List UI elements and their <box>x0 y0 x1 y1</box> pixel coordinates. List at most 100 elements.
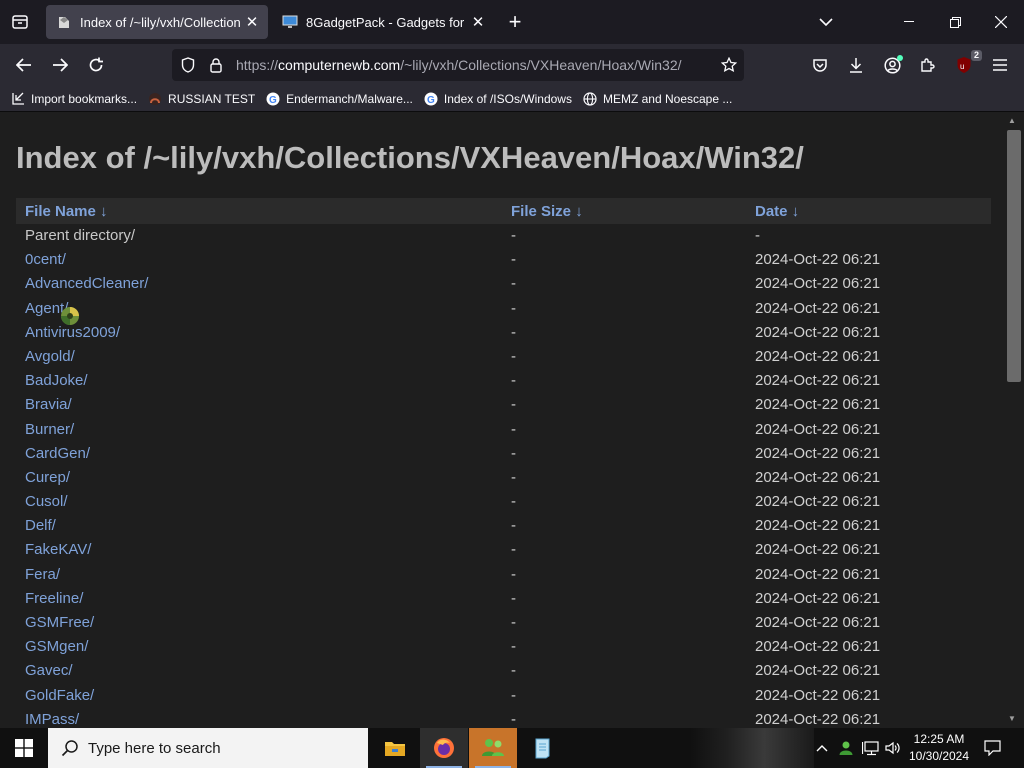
taskbar-notepad[interactable] <box>518 728 566 768</box>
network-button[interactable] <box>860 728 882 768</box>
file-size-cell: - <box>511 227 516 244</box>
table-row: GSMgen/ - 2024-Oct-22 06:21 <box>16 635 991 659</box>
address-bar[interactable]: https://computernewb.com/~lily/vxh/Colle… <box>172 49 744 81</box>
bookmark-star-icon[interactable] <box>714 49 744 81</box>
directory-link[interactable]: GSMgen/ <box>25 635 88 659</box>
directory-link[interactable]: Curep/ <box>25 466 70 490</box>
directory-link[interactable]: GSMFree/ <box>25 611 94 635</box>
start-button[interactable] <box>0 728 48 768</box>
show-hidden-icons-button[interactable] <box>812 728 832 768</box>
scroll-down-arrow-icon[interactable]: ▼ <box>1008 714 1016 723</box>
table-row: FakeKAV/ - 2024-Oct-22 06:21 <box>16 538 991 562</box>
folder-page-icon <box>56 14 72 30</box>
url-text[interactable]: https://computernewb.com/~lily/vxh/Colle… <box>236 57 714 73</box>
pocket-icon <box>813 58 827 72</box>
tab-strip: Index of /~lily/vxh/Collections/VXHeaven… <box>0 0 1024 44</box>
svg-text:G: G <box>427 95 435 106</box>
extensions-button[interactable] <box>912 49 944 81</box>
tab-active[interactable]: Index of /~lily/vxh/Collections/VXHeaven… <box>46 5 268 39</box>
table-row: Parent directory/ - - <box>16 224 991 248</box>
table-row: CardGen/ - 2024-Oct-22 06:21 <box>16 442 991 466</box>
close-tab-icon[interactable]: ✕ <box>244 14 260 31</box>
date-cell: 2024-Oct-22 06:21 <box>755 372 881 390</box>
directory-link[interactable]: Bravia/ <box>25 393 72 417</box>
pocket-button[interactable] <box>804 49 836 81</box>
directory-link[interactable]: Gavec/ <box>25 659 73 683</box>
directory-listing-table: File Name ↓ File Size ↓ Date ↓ Parent di… <box>16 198 991 728</box>
directory-link[interactable]: GoldFake/ <box>25 684 94 708</box>
lock-icon[interactable] <box>202 49 230 81</box>
restore-button[interactable] <box>932 0 978 44</box>
file-size-cell: - <box>511 614 516 631</box>
ublock-button[interactable]: u 2 <box>948 49 982 81</box>
table-body: Parent directory/ - - 0cent/ - 2024-Oct-22 06… <box>16 224 991 728</box>
downloads-button[interactable] <box>840 49 872 81</box>
directory-link[interactable]: Avgold/ <box>25 345 75 369</box>
directory-link[interactable]: Burner/ <box>25 418 74 442</box>
close-tab-icon[interactable]: ✕ <box>470 14 486 31</box>
minimize-button[interactable] <box>886 0 932 44</box>
taskbar-file-explorer[interactable] <box>371 728 419 768</box>
table-row: Cusol/ - 2024-Oct-22 06:21 <box>16 490 991 514</box>
directory-link[interactable]: FakeKAV/ <box>25 538 91 562</box>
column-header-date[interactable]: Date ↓ <box>755 203 799 220</box>
windows-taskbar: Type here to search 12:25 AM 10/30/2024 <box>0 728 1024 768</box>
bookmark-memz[interactable]: MEMZ and Noescape ... <box>582 91 732 107</box>
tracking-shield-icon[interactable] <box>174 49 202 81</box>
date-cell: 2024-Oct-22 06:21 <box>755 468 881 486</box>
parent-directory-link[interactable]: Parent directory/ <box>25 224 135 248</box>
file-size-cell: - <box>511 468 516 486</box>
notifications-button[interactable] <box>978 728 1006 768</box>
directory-link[interactable]: CardGen/ <box>25 442 90 466</box>
directory-link[interactable]: 0cent/ <box>25 248 66 272</box>
site-icon <box>147 91 163 107</box>
back-button[interactable] <box>8 49 40 81</box>
taskbar-search-box[interactable]: Type here to search <box>48 728 368 768</box>
bookmark-label: Index of /ISOs/Windows <box>443 91 572 106</box>
forward-button[interactable] <box>44 49 76 81</box>
google-icon: G <box>265 91 281 107</box>
close-icon <box>995 16 1007 28</box>
file-size-cell: - <box>511 444 516 462</box>
scroll-up-arrow-icon[interactable]: ▲ <box>1008 116 1016 125</box>
column-header-size[interactable]: File Size ↓ <box>511 203 583 220</box>
taskbar-users-app[interactable] <box>469 728 517 768</box>
tab-title: 8GadgetPack - Gadgets for Windows <box>306 14 466 30</box>
bookmark-endermanch[interactable]: G Endermanch/Malware... <box>265 91 413 107</box>
scrollbar-thumb[interactable] <box>1007 130 1021 382</box>
file-size-cell: - <box>511 275 516 293</box>
directory-link[interactable]: BadJoke/ <box>25 369 88 393</box>
date-cell: 2024-Oct-22 06:21 <box>755 662 881 680</box>
table-row: GoldFake/ - 2024-Oct-22 06:21 <box>16 684 991 708</box>
directory-link[interactable]: AdvancedCleaner/ <box>25 272 148 296</box>
account-button[interactable] <box>876 49 908 81</box>
tab-inactive[interactable]: 8GadgetPack - Gadgets for Windows ✕ <box>272 5 494 39</box>
directory-link[interactable]: Cusol/ <box>25 490 68 514</box>
taskbar-firefox[interactable] <box>420 728 468 768</box>
bookmark-isos-windows[interactable]: G Index of /ISOs/Windows <box>423 91 572 107</box>
chevron-up-icon <box>816 745 828 752</box>
arrow-left-icon <box>16 58 31 72</box>
list-all-tabs-button[interactable] <box>812 8 840 36</box>
system-clock[interactable]: 12:25 AM 10/30/2024 <box>900 731 978 765</box>
bookmark-label: Endermanch/Malware... <box>286 91 413 106</box>
directory-link[interactable]: Delf/ <box>25 514 56 538</box>
directory-link[interactable]: IMPass/ <box>25 708 79 728</box>
date-cell: 2024-Oct-22 06:21 <box>755 517 881 535</box>
reload-button[interactable] <box>80 49 112 81</box>
bookmarks-toolbar: Import bookmarks... RUSSIAN TEST G Ender… <box>0 86 1024 112</box>
directory-link[interactable]: Fera/ <box>25 563 60 587</box>
firefox-view-button[interactable] <box>4 6 36 38</box>
directory-link[interactable]: Freeline/ <box>25 587 83 611</box>
column-header-name[interactable]: File Name ↓ <box>25 203 108 220</box>
bookmark-import[interactable]: Import bookmarks... <box>10 91 137 107</box>
hamburger-menu-icon <box>993 59 1007 71</box>
app-menu-button[interactable] <box>984 49 1016 81</box>
table-row: Curep/ - 2024-Oct-22 06:21 <box>16 466 991 490</box>
tray-user-app[interactable] <box>836 728 856 768</box>
bookmark-russian-test[interactable]: RUSSIAN TEST <box>147 91 255 107</box>
new-tab-button[interactable]: + <box>500 6 530 38</box>
close-window-button[interactable] <box>978 0 1024 44</box>
date-cell: 2024-Oct-22 06:21 <box>755 565 881 583</box>
svg-text:G: G <box>269 95 277 106</box>
